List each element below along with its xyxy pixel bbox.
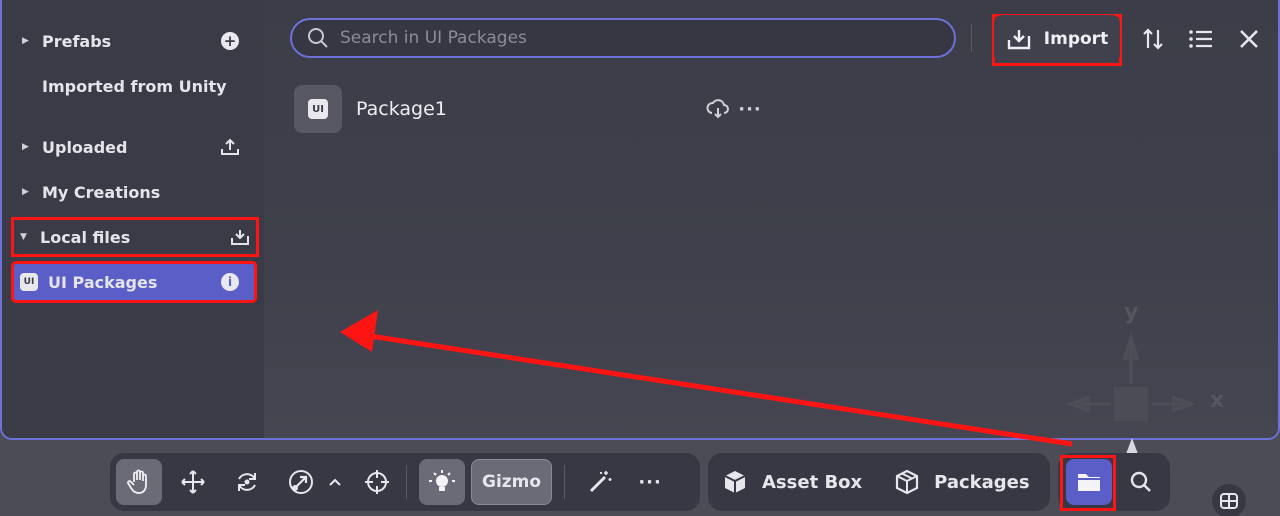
sidebar-item-label: Local files bbox=[40, 227, 131, 247]
more-options-icon[interactable]: ··· bbox=[736, 95, 764, 123]
caret-right-icon: ▶ bbox=[22, 36, 29, 46]
package-name: Package1 bbox=[356, 98, 447, 120]
package-thumbnail: UI bbox=[294, 85, 342, 133]
hand-tool-button[interactable] bbox=[116, 459, 162, 505]
scale-tool-button[interactable] bbox=[278, 459, 324, 505]
import-icon bbox=[1007, 30, 1030, 50]
rotate-icon bbox=[238, 473, 256, 491]
asset-box-button[interactable]: Asset Box bbox=[722, 459, 862, 505]
sidebar-item-my-creations[interactable]: ▶ My Creations bbox=[16, 175, 246, 209]
grid-icon bbox=[1220, 493, 1238, 509]
scale-icon bbox=[289, 470, 313, 494]
hand-icon bbox=[127, 469, 147, 494]
sort-icon[interactable] bbox=[1138, 24, 1168, 54]
asset-box-label: Asset Box bbox=[762, 471, 863, 493]
sidebar-item-uploaded[interactable]: ▶ Uploaded bbox=[16, 130, 246, 164]
axis-gizmo bbox=[1065, 333, 1197, 421]
rotate-tool-button[interactable] bbox=[224, 459, 270, 505]
toolbar-divider bbox=[971, 24, 972, 52]
packages-button[interactable]: Packages bbox=[894, 459, 1030, 505]
magic-wand-button[interactable] bbox=[577, 459, 623, 505]
magic-wand-icon bbox=[590, 471, 612, 493]
caret-right-icon: ▶ bbox=[22, 142, 29, 152]
lightbulb-icon bbox=[429, 470, 455, 491]
list-item[interactable]: UI Package1 ··· bbox=[294, 84, 764, 134]
layout-grid-button[interactable] bbox=[1212, 484, 1246, 516]
list-view-icon[interactable] bbox=[1186, 24, 1216, 54]
quick-toolbar bbox=[1058, 453, 1170, 511]
sidebar-item-label: My Creations bbox=[42, 182, 161, 202]
move-icon bbox=[181, 470, 205, 494]
search-input[interactable] bbox=[340, 28, 920, 48]
axis-x-label: x bbox=[1210, 388, 1225, 413]
pivot-tool-button[interactable] bbox=[354, 459, 400, 505]
search-icon bbox=[1130, 471, 1151, 492]
sidebar-item-prefabs[interactable]: ▶ Prefabs + bbox=[16, 24, 246, 58]
search-icon bbox=[308, 28, 328, 48]
ui-package-icon: UI bbox=[308, 99, 328, 119]
pointer-marker bbox=[1126, 438, 1138, 454]
upload-icon[interactable] bbox=[218, 135, 242, 159]
main-content: Import UI Package1 ··· y x bbox=[264, 0, 1278, 438]
caret-right-icon: ▶ bbox=[22, 187, 29, 197]
search-box[interactable] bbox=[290, 18, 956, 58]
folder-icon bbox=[1078, 474, 1100, 491]
ui-package-icon: UI bbox=[14, 273, 44, 291]
sidebar-item-imported-from-unity[interactable]: ▶ Imported from Unity bbox=[16, 69, 246, 103]
transform-toolbar: Gizmo ··· bbox=[110, 453, 700, 511]
gizmo-toggle-button[interactable]: Gizmo bbox=[471, 459, 553, 505]
info-icon[interactable]: i bbox=[218, 270, 242, 294]
more-tools-icon[interactable]: ··· bbox=[627, 459, 673, 505]
chevron-up-icon[interactable] bbox=[324, 459, 346, 505]
import-label: Import bbox=[1043, 29, 1109, 49]
ui-packages-panel: ▶ Prefabs + ▶ Imported from Unity ▶ Uplo… bbox=[0, 0, 1280, 440]
add-prefab-icon[interactable]: + bbox=[218, 29, 242, 53]
sidebar-item-label: Uploaded bbox=[42, 137, 128, 157]
crosshair-icon bbox=[365, 470, 389, 494]
search-button[interactable] bbox=[1118, 459, 1164, 505]
sidebar-item-label: Prefabs bbox=[42, 31, 112, 51]
close-icon[interactable] bbox=[1234, 24, 1264, 54]
sidebar-item-local-files[interactable]: ▼ Local files bbox=[11, 217, 259, 257]
toolbar-divider bbox=[564, 465, 566, 499]
import-button[interactable]: Import bbox=[994, 15, 1120, 63]
cloud-download-icon[interactable] bbox=[704, 95, 732, 123]
gizmo-label: Gizmo bbox=[482, 472, 542, 492]
move-tool-button[interactable] bbox=[170, 459, 216, 505]
sidebar-item-label: UI Packages bbox=[48, 272, 158, 292]
caret-down-icon: ▼ bbox=[20, 232, 27, 242]
axis-y-label: y bbox=[1124, 300, 1139, 325]
sidebar-item-label: Imported from Unity bbox=[42, 76, 227, 96]
asset-toolbar: Asset Box Packages bbox=[708, 453, 1050, 511]
package-box-icon bbox=[896, 469, 919, 495]
packages-label: Packages bbox=[934, 471, 1030, 493]
sidebar: ▶ Prefabs + ▶ Imported from Unity ▶ Uplo… bbox=[2, 0, 264, 438]
sidebar-item-ui-packages[interactable]: UI UI Packages i bbox=[11, 261, 257, 303]
cube-icon bbox=[724, 471, 746, 493]
folder-button[interactable] bbox=[1066, 459, 1112, 505]
import-local-icon[interactable] bbox=[228, 225, 252, 249]
toolbar-divider bbox=[406, 465, 407, 499]
lighting-toggle-button[interactable] bbox=[419, 459, 465, 505]
